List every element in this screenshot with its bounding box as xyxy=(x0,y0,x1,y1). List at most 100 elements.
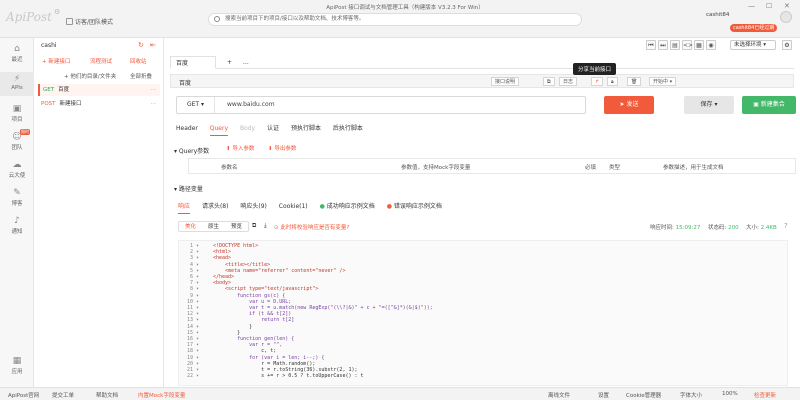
nav-cloud[interactable]: ☁ 云大使 xyxy=(0,160,34,179)
status-docs-link[interactable]: 帮助文档 xyxy=(96,391,118,399)
lock-icon[interactable]: 🔒︎ xyxy=(607,77,618,86)
param-desc-col[interactable]: 参数描述，用于生成文档 xyxy=(663,163,724,171)
nav-recent[interactable]: ⌂ 最近 xyxy=(0,44,34,63)
status-font-size[interactable]: 字体大小 xyxy=(680,391,702,399)
recycle-button[interactable]: 回收站 xyxy=(130,57,147,65)
avatar[interactable] xyxy=(780,11,792,23)
line-number: 22 ▾ xyxy=(186,373,199,380)
eye-icon[interactable]: ◉ xyxy=(706,40,716,50)
tab-success-example[interactable]: ● 成功响应示例文档 xyxy=(320,200,375,214)
nav-blog[interactable]: ✎ 博客 xyxy=(0,188,34,207)
nav-notify[interactable]: ♪ 通知 xyxy=(0,216,34,235)
send-button[interactable]: ➤ 发送 xyxy=(604,96,654,114)
log-button[interactable]: 日志 xyxy=(559,77,578,86)
status-value: 200 xyxy=(728,225,739,231)
status-cookie-manager[interactable]: Cookie管理器 xyxy=(626,391,661,399)
response-tabs: 响应 请求头(8) 响应头(9) Cookie(1) ● 成功响应示例文档 ● … xyxy=(178,200,452,214)
tab-query[interactable]: Query xyxy=(209,122,229,136)
code-icon[interactable]: <> xyxy=(682,40,693,50)
url-bar: GET ▾ www.baidu.com xyxy=(176,96,586,114)
tab-body[interactable]: Body xyxy=(240,122,255,136)
response-code-view[interactable]: 1 ▾ 2 ▾ 3 ▾ 4 ▾ 5 ▾ 6 ▾ 7 ▾ 8 ▾ 9 ▾ 10 ▾ 11 ▾ 12 ▾ 1… xyxy=(178,240,788,386)
tab-baidu[interactable]: 百度 xyxy=(170,56,216,69)
tab-response[interactable]: 响应 xyxy=(178,200,191,214)
nav-apis[interactable]: ⚡ APIs xyxy=(0,72,34,96)
flow-test-button[interactable]: 流程测试 xyxy=(90,57,112,65)
maximize-button[interactable]: ☐ xyxy=(766,2,772,10)
import-params-button[interactable]: ⬆ 导入参数 xyxy=(226,144,254,152)
nav-team[interactable]: 限时 ☺ 团队 xyxy=(0,129,34,151)
status-zoom[interactable]: 100% xyxy=(722,391,738,397)
tab-pre-script[interactable]: 预执行脚本 xyxy=(291,122,321,136)
tab-cookie[interactable]: Cookie(1) xyxy=(279,200,308,214)
warning-text[interactable]: ⊙ 此时将校验响应是否有变量? xyxy=(274,223,349,231)
param-required-col[interactable]: 必填 xyxy=(585,163,596,171)
global-search-input[interactable]: 搜索当前项目下的项目/接口以及帮助文档、技术博客等。 xyxy=(208,13,582,26)
search-placeholder: 搜索当前项目下的项目/接口以及帮助文档、技术博客等。 xyxy=(225,16,365,22)
export-params-button[interactable]: ⬇ 导出参数 xyxy=(268,144,296,152)
copy-response-icon[interactable]: ⧉ xyxy=(252,222,256,230)
copy-icon[interactable]: ⧉ xyxy=(543,77,555,86)
view-raw[interactable]: 原生 xyxy=(202,222,225,231)
settings-icon[interactable]: ⚙ xyxy=(54,8,60,16)
user-name[interactable]: cashit84 xyxy=(706,12,729,18)
method-select[interactable]: GET ▾ xyxy=(177,97,215,113)
param-name-col[interactable]: 参数名 xyxy=(221,163,238,171)
more-icon[interactable]: ··· xyxy=(151,84,156,96)
status-settings[interactable]: 设置 xyxy=(598,391,609,399)
layout-icon[interactable]: ▤ xyxy=(670,40,680,50)
save-button[interactable]: 保存 ▾ xyxy=(684,96,734,114)
nav-project[interactable]: ▣ 项目 xyxy=(0,104,34,123)
api-item-post[interactable]: POST 新建接口 ··· xyxy=(38,98,160,110)
project-name[interactable]: cashi xyxy=(41,42,57,49)
new-collection-button[interactable]: ▣ 新建集合 xyxy=(742,96,796,114)
tab-resp-headers[interactable]: 响应头(9) xyxy=(240,200,267,214)
status-mock-link[interactable]: 内置Mock字段变量 xyxy=(138,391,185,399)
nav-apps[interactable]: ▦ 应用 xyxy=(0,356,34,375)
environment-select[interactable]: 未选择环境 ▾ xyxy=(730,40,776,50)
method-value: GET xyxy=(186,101,200,108)
api-item-get[interactable]: GET 百度 ··· xyxy=(38,84,160,96)
tab-error-example[interactable]: ● 错误响应示例文档 xyxy=(387,200,442,214)
collapse-icon[interactable]: ⇤ xyxy=(150,41,156,49)
minimize-button[interactable]: — xyxy=(748,2,755,10)
query-section-title[interactable]: ▾ Query参数 xyxy=(174,146,209,155)
more-icon[interactable]: ··· xyxy=(151,98,156,110)
status-check-update[interactable]: 检查更新 xyxy=(754,391,776,399)
request-name[interactable]: 百度 xyxy=(179,78,191,87)
status-offline[interactable]: 离线文件 xyxy=(548,391,570,399)
prev-icon[interactable]: ⏮ xyxy=(646,40,656,50)
query-title: Query参数 xyxy=(178,148,210,155)
help-icon[interactable]: ? xyxy=(784,222,788,230)
tab-auth[interactable]: 认证 xyxy=(267,122,279,136)
param-type-col[interactable]: 类型 xyxy=(609,163,620,171)
collapse-all-button[interactable]: 全部折叠 xyxy=(130,72,152,80)
status-label: 状态码 xyxy=(708,225,725,231)
url-input[interactable]: www.baidu.com xyxy=(227,97,275,113)
share-icon[interactable]: ↱ xyxy=(591,77,604,86)
refresh-icon[interactable]: ↻ xyxy=(138,41,144,49)
tab-req-headers[interactable]: 请求头(8) xyxy=(202,200,229,214)
param-value-col[interactable]: 参数值，支持Mock字段变量 xyxy=(401,163,470,171)
close-button[interactable]: ✕ xyxy=(784,2,790,10)
env-settings-icon[interactable]: ⚙ xyxy=(780,40,792,50)
view-preview[interactable]: 预览 xyxy=(225,222,248,231)
tab-post-script[interactable]: 后执行脚本 xyxy=(333,122,363,136)
tab-more-button[interactable]: ... xyxy=(238,56,254,69)
new-api-button[interactable]: + 新建接口 xyxy=(42,57,70,65)
tab-header[interactable]: Header xyxy=(176,122,198,136)
guest-mode-toggle[interactable]: 访客/团队模式 xyxy=(66,17,113,26)
grid-icon[interactable]: ▦ xyxy=(694,40,704,50)
status-website-link[interactable]: ApiPost官网 xyxy=(8,391,39,399)
import-folder-button[interactable]: + 他们的目录/文件夹 xyxy=(64,72,116,80)
path-var-section-title[interactable]: ▾ 路径变量 xyxy=(174,184,203,193)
api-doc-button[interactable]: 接口说明 xyxy=(491,77,520,86)
delete-icon[interactable]: 🗑︎ xyxy=(627,77,642,86)
view-pretty[interactable]: 美化 xyxy=(179,222,202,231)
status-select[interactable]: 开始中 ▾ xyxy=(649,77,677,86)
status-ticket-link[interactable]: 提交工单 xyxy=(52,391,74,399)
next-icon[interactable]: ⏭ xyxy=(658,40,668,50)
download-icon[interactable]: ⤓ xyxy=(264,222,267,230)
success-icon: ● xyxy=(319,203,325,210)
add-tab-button[interactable]: + xyxy=(222,56,237,69)
